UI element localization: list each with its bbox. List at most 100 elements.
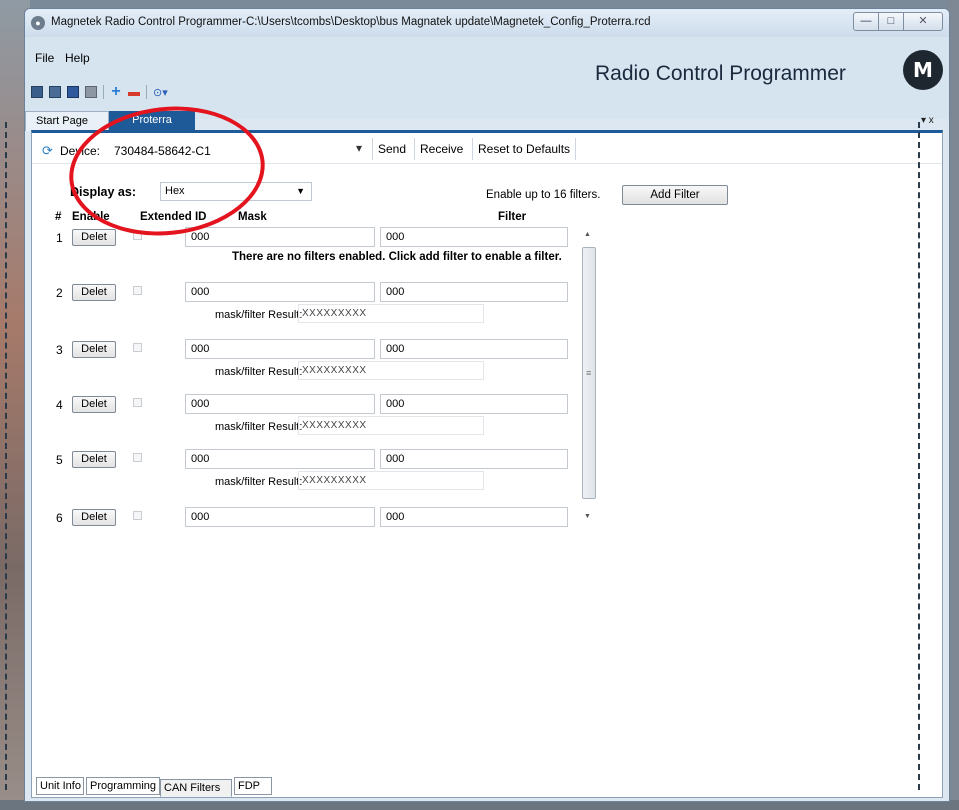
- add-filter-button[interactable]: Add Filter: [622, 185, 728, 205]
- toolbar-separator: [146, 85, 147, 99]
- minus-icon[interactable]: [128, 92, 140, 96]
- menu-file[interactable]: File: [35, 51, 54, 65]
- mask-filter-result-value: XXXXXXXXX: [298, 416, 484, 435]
- enable-filters-hint: Enable up to 16 filters.: [486, 189, 601, 201]
- magnetek-logo: M: [903, 50, 943, 90]
- row-number: 1: [56, 231, 63, 245]
- extended-id-checkbox[interactable]: [133, 398, 142, 407]
- filter-input[interactable]: 000: [380, 449, 568, 469]
- no-filters-message: There are no filters enabled. Click add …: [232, 251, 562, 263]
- extended-id-checkbox[interactable]: [133, 511, 142, 520]
- filter-input[interactable]: 000: [380, 507, 568, 527]
- maximize-button[interactable]: □: [878, 12, 904, 31]
- filter-input[interactable]: 000: [380, 394, 568, 414]
- column-header-filter: Filter: [498, 211, 527, 223]
- tab-fdp[interactable]: FDP: [234, 777, 272, 795]
- row-number: 5: [56, 453, 63, 467]
- save-copy-icon[interactable]: [49, 86, 61, 98]
- extended-id-checkbox[interactable]: [133, 343, 142, 352]
- mask-filter-result-value: XXXXXXXXX: [298, 471, 484, 490]
- display-as-value: Hex: [165, 185, 185, 197]
- device-dropdown-icon[interactable]: ▾: [356, 141, 362, 155]
- title-bar[interactable]: ● Magnetek Radio Control Programmer-C:\U…: [25, 9, 949, 37]
- scrollbar-thumb[interactable]: ≡: [582, 247, 596, 499]
- filter-input[interactable]: 000: [380, 339, 568, 359]
- tab-proterra[interactable]: Proterra: [109, 111, 195, 131]
- toolbar-separator: [103, 85, 104, 99]
- window-title: Magnetek Radio Control Programmer-C:\Use…: [51, 16, 651, 28]
- delete-button[interactable]: Delet: [72, 284, 116, 301]
- filters-scrollbar[interactable]: ▲ ≡ ▼: [582, 231, 596, 527]
- mask-filter-result-label: mask/filter Result:: [215, 421, 303, 433]
- menu-help[interactable]: Help: [65, 51, 90, 65]
- selection-border-left: [5, 122, 7, 790]
- column-header-number: #: [55, 211, 62, 223]
- scroll-up-icon[interactable]: ▲: [584, 231, 591, 238]
- filter-row: 6 Delet 000 000: [32, 507, 612, 535]
- save-icon[interactable]: [31, 86, 43, 98]
- device-label: Device:: [60, 144, 101, 158]
- row-number: 3: [56, 343, 63, 357]
- tab-menu-icon[interactable]: ▾ x: [921, 115, 934, 126]
- display-as-label: Display as:: [70, 185, 137, 199]
- mask-filter-result-value: XXXXXXXXX: [298, 304, 484, 323]
- mask-input[interactable]: 000: [185, 449, 375, 469]
- filter-row: 3 Delet 000 000 mask/filter Result: XXXX…: [32, 339, 612, 391]
- column-header-mask: Mask: [238, 211, 267, 223]
- menu-bar: File Help + ⊙▾ Radio Control Programmer …: [25, 37, 949, 119]
- row-number: 6: [56, 511, 63, 525]
- save-as-icon[interactable]: [67, 86, 79, 98]
- plus-icon[interactable]: +: [110, 84, 122, 100]
- display-as-select[interactable]: Hex ▼: [160, 182, 312, 201]
- brand-title: Radio Control Programmer: [595, 62, 846, 85]
- delete-button[interactable]: Delet: [72, 451, 116, 468]
- chevron-down-icon: ▼: [296, 186, 305, 196]
- delete-button[interactable]: Delet: [72, 509, 116, 526]
- delete-button[interactable]: Delet: [72, 341, 116, 358]
- filter-input[interactable]: 000: [380, 227, 568, 247]
- scroll-down-icon[interactable]: ▼: [584, 513, 591, 520]
- help-icon[interactable]: ⊙▾: [153, 86, 169, 99]
- close-button[interactable]: ✕: [903, 12, 943, 31]
- mask-filter-result-value: XXXXXXXXX: [298, 361, 484, 380]
- app-window: ● Magnetek Radio Control Programmer-C:\U…: [24, 8, 950, 802]
- receive-button[interactable]: Receive: [414, 138, 468, 160]
- filter-input[interactable]: 000: [380, 282, 568, 302]
- reset-to-defaults-button[interactable]: Reset to Defaults: [472, 138, 577, 160]
- tab-can-filters[interactable]: CAN Filters: [160, 779, 232, 797]
- row-number: 2: [56, 286, 63, 300]
- mask-input[interactable]: 000: [185, 282, 375, 302]
- filter-row: 2 Delet 000 000 mask/filter Result: XXXX…: [32, 282, 612, 334]
- mask-input[interactable]: 000: [185, 507, 375, 527]
- mask-input[interactable]: 000: [185, 394, 375, 414]
- send-button[interactable]: Send: [372, 138, 411, 160]
- minimize-button[interactable]: —: [853, 12, 879, 31]
- extended-id-checkbox[interactable]: [133, 453, 142, 462]
- grip-icon: ≡: [586, 368, 592, 378]
- document-tabs: Start Page Proterra ▾ x: [25, 111, 949, 131]
- tab-programming[interactable]: Programming: [86, 777, 160, 795]
- tab-unit-info[interactable]: Unit Info: [36, 777, 84, 795]
- device-value: 730484-58642-C1: [114, 144, 211, 158]
- mask-filter-result-label: mask/filter Result:: [215, 309, 303, 321]
- refresh-icon[interactable]: ⟳: [42, 143, 53, 159]
- selection-border-right: [918, 122, 920, 790]
- column-header-extended-id: Extended ID: [140, 211, 207, 223]
- print-icon[interactable]: [85, 86, 97, 98]
- extended-id-checkbox[interactable]: [133, 286, 142, 295]
- document-area: ⟳ Device: 730484-58642-C1 ▾ Send Receive…: [31, 130, 943, 798]
- mask-filter-result-label: mask/filter Result:: [215, 366, 303, 378]
- device-bar: ⟳ Device: 730484-58642-C1 ▾ Send Receive…: [32, 136, 942, 164]
- delete-button[interactable]: Delet: [72, 229, 116, 246]
- delete-button[interactable]: Delet: [72, 396, 116, 413]
- app-icon: ●: [31, 16, 45, 30]
- toolbar: + ⊙▾: [31, 84, 169, 100]
- tab-start-page[interactable]: Start Page: [25, 111, 109, 131]
- filter-row: 1 Delet 000 000 There are no filters ena…: [32, 227, 612, 279]
- extended-id-checkbox[interactable]: [133, 231, 142, 240]
- mask-filter-result-label: mask/filter Result:: [215, 476, 303, 488]
- filter-row: 4 Delet 000 000 mask/filter Result: XXXX…: [32, 394, 612, 446]
- mask-input[interactable]: 000: [185, 339, 375, 359]
- filter-row: 5 Delet 000 000 mask/filter Result: XXXX…: [32, 449, 612, 501]
- mask-input[interactable]: 000: [185, 227, 375, 247]
